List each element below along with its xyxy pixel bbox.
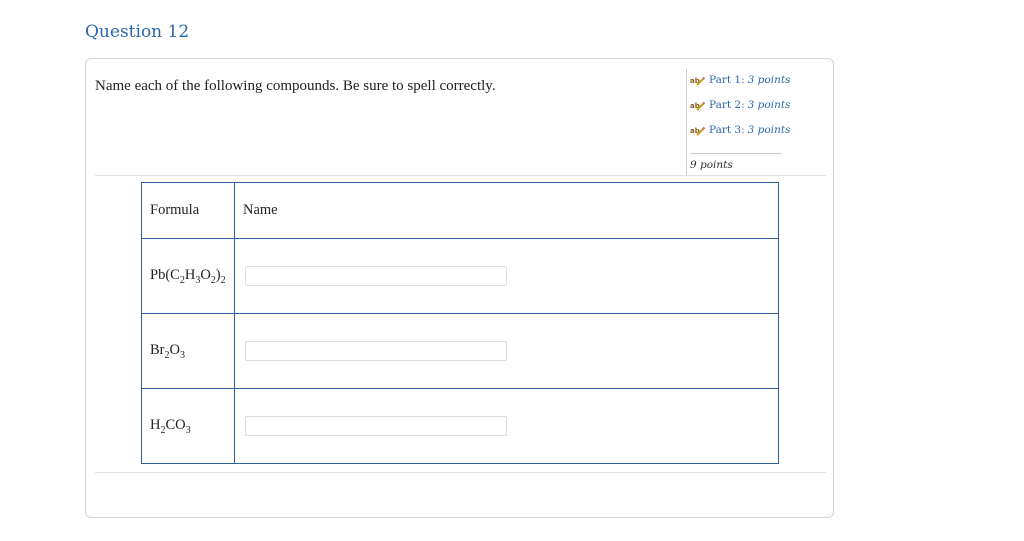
answer-input-2[interactable] [245, 341, 507, 361]
ab-pencil-icon: ab [690, 100, 706, 111]
part-label: Part 1: [709, 74, 745, 86]
table-row: Pb(C2H3O2)2 [141, 238, 779, 314]
answer-cell [234, 238, 779, 314]
part-1-link[interactable]: ab Part 1: 3 points [690, 69, 790, 91]
question-box: Name each of the following compounds. Be… [85, 58, 834, 518]
table-row: H2CO3 [141, 388, 779, 464]
header-formula: Formula [141, 182, 235, 239]
table-row: Br2O3 [141, 313, 779, 389]
answer-cell [234, 313, 779, 389]
part-2-link[interactable]: ab Part 2: 3 points [690, 94, 790, 116]
part-points: 3 points [747, 74, 791, 86]
compounds-table: Formula Name Pb(C2H3O2)2 Br2O3 H2CO3 [141, 182, 779, 464]
part-points: 3 points [747, 124, 791, 136]
ab-pencil-icon: ab [690, 75, 706, 86]
part-label: Part 2: [709, 99, 745, 111]
divider-top [95, 175, 826, 176]
table-header-row: Formula Name [141, 182, 779, 239]
header-name: Name [234, 182, 779, 239]
answer-cell [234, 388, 779, 464]
formula-cell: H2CO3 [141, 388, 235, 464]
part-3-link[interactable]: ab Part 3: 3 points [690, 119, 790, 141]
quiz-page: Question 12 Name each of the following c… [0, 0, 1024, 541]
formula-cell: Pb(C2H3O2)2 [141, 238, 235, 314]
part-label: Part 3: [709, 124, 745, 136]
question-prompt: Name each of the following compounds. Be… [95, 78, 496, 94]
ab-pencil-icon: ab [690, 125, 706, 136]
parts-panel: ab Part 1: 3 points ab Part 2: 3 points … [686, 69, 790, 175]
answer-input-3[interactable] [245, 416, 507, 436]
divider-bottom [95, 472, 826, 473]
part-points: 3 points [747, 99, 791, 111]
answer-input-1[interactable] [245, 266, 507, 286]
question-title: Question 12 [85, 22, 190, 42]
total-points: 9 points [690, 153, 782, 171]
formula-cell: Br2O3 [141, 313, 235, 389]
